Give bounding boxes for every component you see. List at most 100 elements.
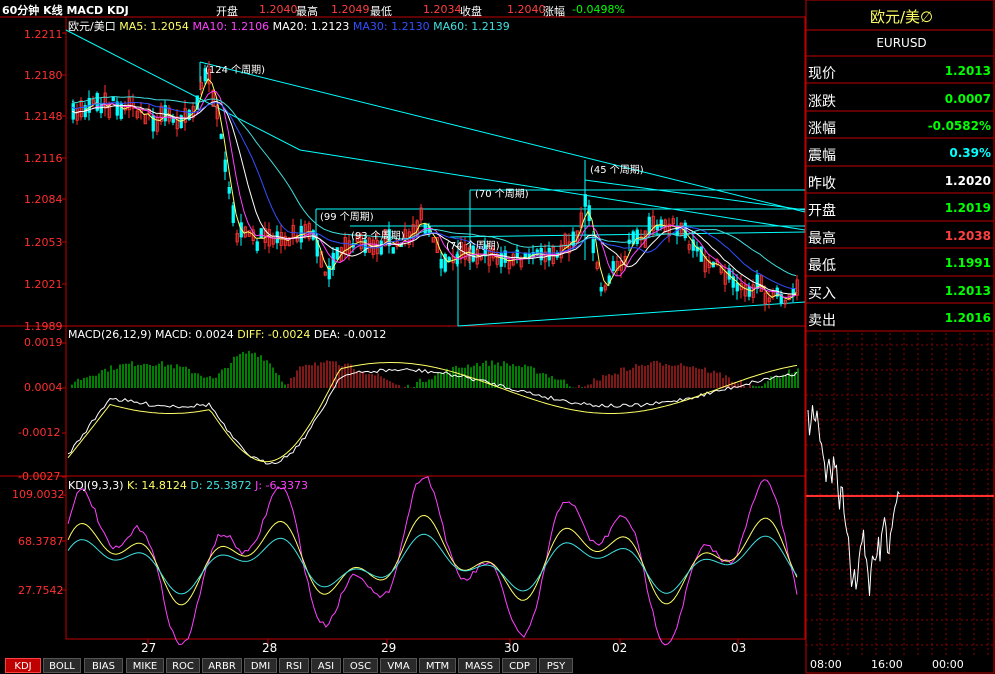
price-tick-label: 1.2211 — [24, 28, 63, 41]
price-tick-label: 1.2053 — [24, 236, 63, 249]
candle-body — [635, 229, 639, 245]
tab-asi[interactable]: ASI — [311, 658, 341, 673]
quote-label: 涨幅 — [808, 121, 836, 137]
tab-mike[interactable]: MIKE — [126, 658, 164, 673]
candle-body — [515, 249, 519, 259]
macd-legend-dea: DEA: -0.0012 — [313, 328, 387, 341]
kdj-tick-label: 109.0032 — [12, 488, 65, 501]
tab-cdp[interactable]: CDP — [502, 658, 537, 673]
main-legend: 欧元/美口 MA5: 1.2054 MA10: 1.2106 MA20: 1.2… — [68, 18, 510, 34]
price-tick-label: 1.2084 — [24, 193, 63, 206]
chart-title: 60分钟 K线 MACD KDJ — [2, 4, 129, 17]
macd-tick-label: -0.0027 — [18, 470, 61, 483]
close-value: 1.2040 — [507, 3, 546, 16]
quote-label: 涨跌 — [808, 94, 836, 110]
kdj-legend-k: K: 14.8124 — [127, 479, 187, 492]
quote-row-ask: 卖出 1.2016 — [808, 305, 995, 332]
quote-value: 1.2016 — [944, 311, 991, 325]
quote-label: 震幅 — [808, 148, 836, 164]
price-tick-label: 1.1989 — [24, 320, 63, 333]
macd-legend: MACD(26,12,9) MACD: 0.0024 DIFF: -0.0024… — [68, 328, 386, 341]
macd-legend-macd: MACD: 0.0024 — [155, 328, 234, 341]
cycle-label-124: (124 个周期) — [205, 65, 266, 76]
legend-ma20: MA20: 1.2123 — [272, 20, 350, 33]
quote-row-bid: 买入 1.2013 — [808, 278, 995, 305]
change-label: 涨幅 — [543, 5, 565, 18]
quote-label: 最高 — [808, 231, 836, 247]
candle-body — [659, 219, 663, 228]
candle-body — [335, 247, 339, 260]
tab-vma[interactable]: VMA — [380, 658, 417, 673]
quote-code: EURUSD — [876, 36, 927, 50]
candle-body — [391, 247, 395, 254]
kdj-legend-d: D: 25.3872 — [190, 479, 252, 492]
cycle-label-45: (45 个周期) — [590, 165, 644, 176]
close-label: 收盘 — [460, 5, 482, 18]
candle-body — [223, 159, 227, 172]
tab-rsi[interactable]: RSI — [279, 658, 309, 673]
quote-row-change-pct: 涨幅 -0.0582% — [808, 113, 995, 140]
legend-ma5: MA5: 1.2054 — [119, 20, 189, 33]
intraday-time-label: 16:00 — [871, 658, 903, 671]
tab-dmi[interactable]: DMI — [244, 658, 277, 673]
quote-row-low: 最低 1.1991 — [808, 250, 995, 277]
date-label: 27 — [141, 641, 157, 655]
candle-body — [591, 238, 595, 254]
legend-symbol: 欧元/美口 — [68, 20, 116, 33]
tab-mtm[interactable]: MTM — [419, 658, 456, 673]
legend-ma30: MA30: 1.2130 — [352, 20, 430, 33]
tab-boll[interactable]: BOLL — [43, 658, 81, 673]
kdj-legend-title: KDJ(9,3,3) — [68, 479, 124, 492]
candle-body — [571, 231, 575, 246]
tab-psy[interactable]: PSY — [539, 658, 573, 673]
candle-body — [735, 282, 739, 292]
tab-kdj[interactable]: KDJ — [5, 658, 41, 673]
quote-label: 卖出 — [808, 313, 836, 329]
candle-body — [583, 194, 587, 207]
ma30-line — [71, 101, 796, 289]
candle-body — [115, 101, 119, 116]
legend-ma60: MA60: 1.2139 — [433, 20, 510, 33]
quote-value: 1.2013 — [944, 64, 991, 78]
candle-body — [611, 261, 615, 271]
price-tick-label: 1.2116 — [24, 152, 63, 165]
intraday-time-label: 08:00 — [810, 658, 842, 671]
tab-arbr[interactable]: ARBR — [202, 658, 242, 673]
cycle-label-74: (74 个周期) — [446, 241, 500, 252]
quote-value: 0.0007 — [944, 92, 991, 106]
tab-roc[interactable]: ROC — [166, 658, 200, 673]
candle-body — [231, 205, 235, 223]
quote-value: 1.2038 — [944, 229, 991, 243]
price-tick-label: 1.2180 — [24, 69, 63, 82]
quote-row-last: 现价 1.2013 — [808, 58, 995, 85]
trend-line — [457, 301, 806, 327]
kdj-k-line — [67, 514, 798, 606]
legend-ma10: MA10: 1.2106 — [192, 20, 270, 33]
ma20-line — [71, 100, 797, 296]
low-value: 1.2034 — [423, 3, 462, 16]
tab-osc[interactable]: OSC — [343, 658, 378, 673]
candle-body — [219, 133, 223, 139]
quote-row-change: 涨跌 0.0007 — [808, 86, 995, 113]
macd-legend-title: MACD(26,12,9) — [68, 328, 152, 341]
tab-mass[interactable]: MASS — [458, 658, 500, 673]
macd-tick-label: -0.0012 — [18, 426, 61, 439]
kdj-tick-label: 27.7542 — [18, 584, 64, 597]
date-label: 30 — [504, 641, 520, 655]
candle-body — [699, 246, 703, 262]
candle-body — [259, 228, 263, 238]
intraday-time-label: 00:00 — [932, 658, 964, 671]
date-label: 28 — [262, 641, 278, 655]
quote-value: 1.1991 — [944, 256, 991, 270]
candle-body — [255, 241, 259, 251]
macd-tick-label: 0.0004 — [24, 381, 63, 394]
open-value: 1.2040 — [259, 3, 298, 16]
candle-body — [111, 96, 115, 102]
cycle-label-99: (99 个周期) — [320, 212, 374, 223]
quote-value: 0.39% — [949, 146, 991, 160]
high-value: 1.2049 — [331, 3, 370, 16]
price-tick-label: 1.2148 — [24, 110, 63, 123]
trend-line — [449, 231, 806, 238]
tab-bias[interactable]: BIAS — [84, 658, 123, 673]
cycle-label-70: (70 个周期) — [475, 189, 529, 200]
